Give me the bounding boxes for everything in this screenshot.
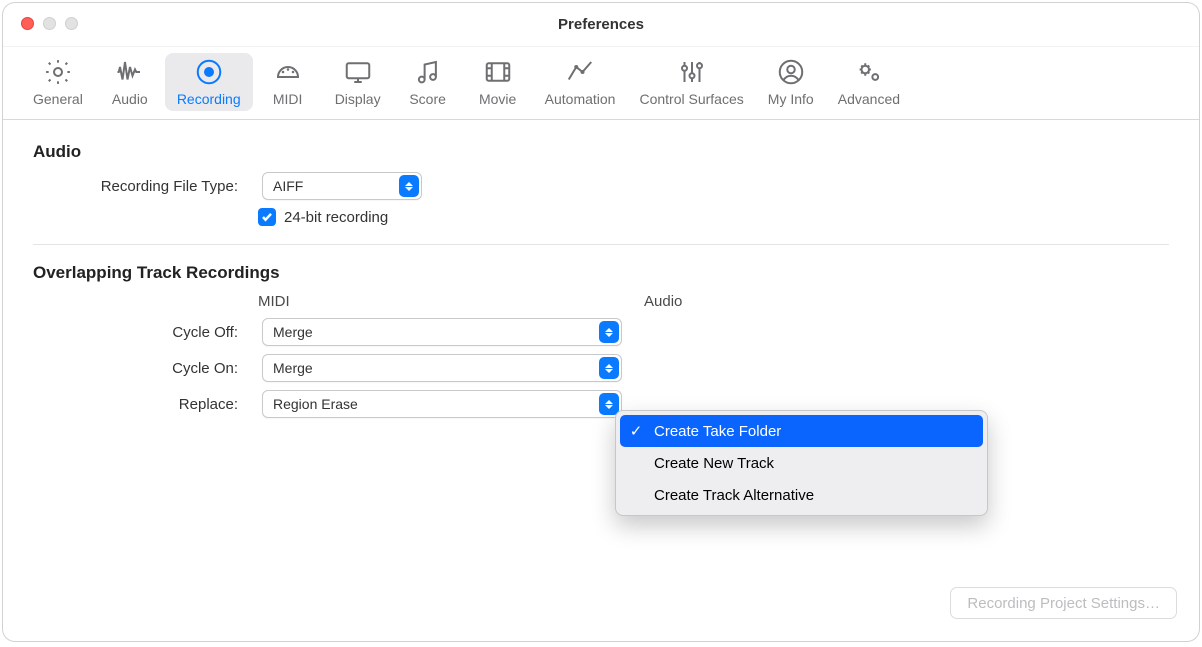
checkbox-checked-icon — [258, 208, 276, 226]
audio-cycle-off-dropdown: ✓ Create Take Folder Create New Track Cr… — [615, 410, 988, 516]
popup-value: AIFF — [273, 178, 303, 194]
tab-display[interactable]: Display — [323, 53, 393, 111]
checkbox-label: 24-bit recording — [284, 209, 388, 226]
button-label: Recording Project Settings… — [967, 595, 1160, 612]
dropdown-item-label: Create Take Folder — [654, 423, 781, 440]
tab-label: Advanced — [838, 91, 900, 107]
tab-label: MIDI — [273, 91, 303, 107]
prefs-toolbar: General Audio Recording MIDI Display — [3, 47, 1199, 120]
tab-label: Audio — [112, 91, 148, 107]
film-icon — [481, 57, 515, 87]
recording-project-settings-button[interactable]: Recording Project Settings… — [950, 587, 1177, 619]
tab-label: General — [33, 91, 83, 107]
tab-my-info[interactable]: My Info — [756, 53, 826, 111]
recording-file-type-label: Recording File Type: — [33, 178, 248, 195]
close-window-button[interactable] — [21, 17, 34, 30]
checkmark-icon: ✓ — [628, 422, 644, 440]
tab-automation[interactable]: Automation — [533, 53, 628, 111]
titlebar: Preferences — [3, 3, 1199, 47]
tab-movie[interactable]: Movie — [463, 53, 533, 111]
automation-curve-icon — [563, 57, 597, 87]
popup-arrows-icon — [599, 393, 619, 415]
midi-column-header: MIDI — [258, 293, 644, 310]
monitor-icon — [341, 57, 375, 87]
dropdown-item-create-take-folder[interactable]: ✓ Create Take Folder — [620, 415, 983, 447]
tab-label: Recording — [177, 91, 241, 107]
tab-advanced[interactable]: Advanced — [826, 53, 912, 111]
window-controls — [21, 17, 78, 30]
tab-score[interactable]: Score — [393, 53, 463, 111]
midi-port-icon — [271, 57, 305, 87]
24bit-checkbox-row[interactable]: 24-bit recording — [258, 208, 388, 226]
tab-general[interactable]: General — [21, 53, 95, 111]
tab-recording[interactable]: Recording — [165, 53, 253, 111]
overlapping-section-heading: Overlapping Track Recordings — [33, 263, 1169, 283]
popup-arrows-icon — [399, 175, 419, 197]
tab-label: Automation — [545, 91, 616, 107]
recording-file-type-popup[interactable]: AIFF — [262, 172, 422, 200]
cycle-on-midi-popup[interactable]: Merge — [262, 354, 622, 382]
dropdown-item-label: Create Track Alternative — [654, 487, 814, 504]
dropdown-item-label: Create New Track — [654, 455, 774, 472]
replace-label: Replace: — [33, 396, 248, 413]
gears-icon — [852, 57, 886, 87]
dropdown-item-create-track-alternative[interactable]: Create Track Alternative — [620, 479, 983, 511]
person-circle-icon — [774, 57, 808, 87]
tab-label: Movie — [479, 91, 516, 107]
audio-column-header: Audio — [644, 293, 1030, 310]
audio-section-heading: Audio — [33, 142, 1169, 162]
dropdown-item-create-new-track[interactable]: Create New Track — [620, 447, 983, 479]
gear-icon — [41, 57, 75, 87]
popup-value: Merge — [273, 324, 313, 340]
cycle-on-label: Cycle On: — [33, 360, 248, 377]
content-area: Audio Recording File Type: AIFF 24-bit r… — [3, 120, 1199, 446]
popup-value: Merge — [273, 360, 313, 376]
waveform-icon — [113, 57, 147, 87]
tab-audio[interactable]: Audio — [95, 53, 165, 111]
popup-value: Region Erase — [273, 396, 358, 412]
replace-midi-popup[interactable]: Region Erase — [262, 390, 622, 418]
tab-midi[interactable]: MIDI — [253, 53, 323, 111]
tab-control-surfaces[interactable]: Control Surfaces — [627, 53, 755, 111]
tab-label: Control Surfaces — [639, 91, 743, 107]
tab-label: Display — [335, 91, 381, 107]
window-title: Preferences — [558, 16, 644, 33]
cycle-off-label: Cycle Off: — [33, 324, 248, 341]
record-icon — [192, 57, 226, 87]
separator — [33, 244, 1169, 245]
preferences-window: Preferences General Audio Recording MI — [3, 3, 1199, 641]
sliders-icon — [675, 57, 709, 87]
cycle-off-midi-popup[interactable]: Merge — [262, 318, 622, 346]
tab-label: My Info — [768, 91, 814, 107]
music-note-icon — [411, 57, 445, 87]
column-headers: MIDI Audio — [33, 293, 1169, 310]
minimize-window-button[interactable] — [43, 17, 56, 30]
popup-arrows-icon — [599, 357, 619, 379]
popup-arrows-icon — [599, 321, 619, 343]
tab-label: Score — [409, 91, 446, 107]
zoom-window-button[interactable] — [65, 17, 78, 30]
